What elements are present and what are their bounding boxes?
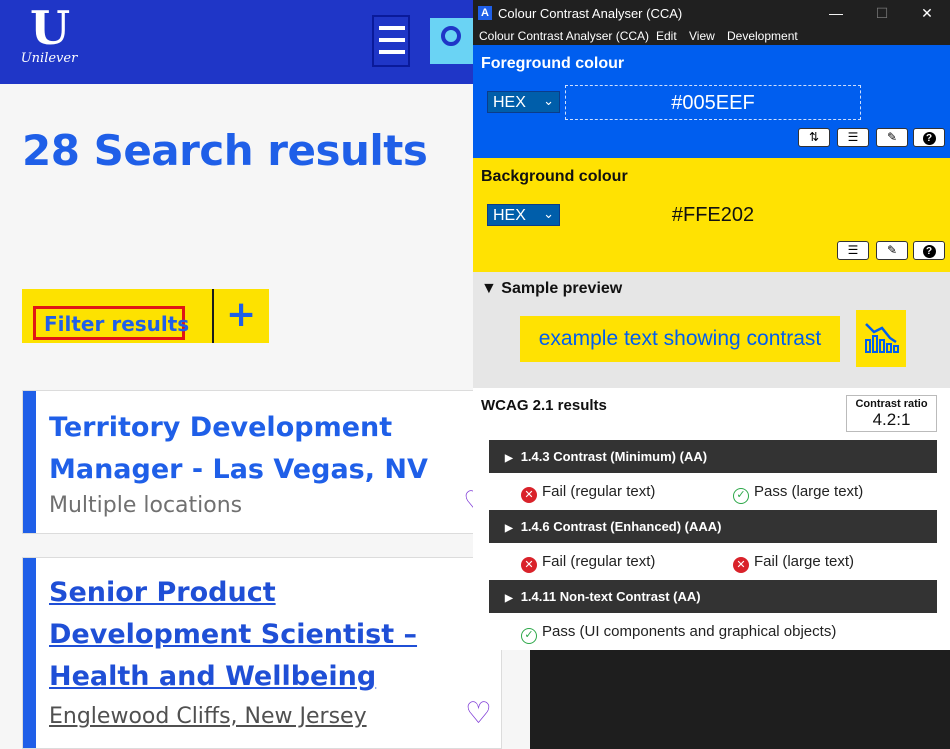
background-eyedropper-button[interactable]: ✎ — [876, 241, 908, 260]
triangle-right-icon: ▶ — [505, 593, 513, 604]
result-pass-large: ✓ Pass (large text) — [733, 483, 863, 504]
foreground-sliders-button[interactable]: ☰ — [837, 128, 869, 147]
fail-icon: ✕ — [521, 557, 537, 573]
foreground-hex-input[interactable]: #005EEF — [565, 85, 861, 120]
foreground-format-select[interactable]: HEX ⌄ — [487, 91, 560, 113]
eyedropper-icon: ✎ — [886, 130, 898, 144]
pass-check-icon: ✓ — [733, 488, 749, 504]
card-accent-bar — [23, 391, 36, 533]
job-location: Multiple locations — [49, 493, 243, 518]
criterion-1-4-6-toggle[interactable]: ▶ 1.4.6 Contrast (Enhanced) (AAA) — [489, 510, 937, 543]
job-card[interactable]: Territory Development Manager - Las Vegas… — [22, 390, 502, 534]
eyedropper-icon: ✎ — [886, 243, 898, 257]
swap-colors-button[interactable]: ⇅ — [798, 128, 830, 147]
result-fail-large: ✕ Fail (large text) — [733, 553, 854, 573]
contrast-ratio-label: Contrast ratio — [855, 398, 928, 410]
background-sliders-button[interactable]: ☰ — [837, 241, 869, 260]
expand-filter-button[interactable]: + — [226, 295, 256, 335]
search-icon — [441, 26, 461, 46]
logo-wordmark: Unilever — [20, 51, 78, 66]
pass-check-icon: ✓ — [521, 628, 537, 644]
result-fail-regular: ✕ Fail (regular text) — [521, 553, 655, 573]
foreground-help-button[interactable]: ? — [913, 128, 945, 147]
background-section: Background colour HEX ⌄ #FFE202 ☰ ✎ ? — [473, 158, 950, 272]
background-help-button[interactable]: ? — [913, 241, 945, 260]
sample-preview-section: ▼ Sample preview example text showing co… — [473, 272, 950, 388]
search-button[interactable] — [430, 18, 474, 64]
card-accent-bar — [23, 558, 36, 748]
menu-item-edit[interactable]: Edit — [656, 29, 677, 43]
foreground-eyedropper-button[interactable]: ✎ — [876, 128, 908, 147]
cca-window: A Colour Contrast Analyser (CCA) — ☐ ✕ C… — [473, 0, 950, 650]
wcag-results-section: WCAG 2.1 results Contrast ratio 4.2:1 ▶ 1… — [473, 388, 950, 650]
help-icon: ? — [922, 132, 936, 145]
site-header: U Unilever — [0, 0, 530, 84]
result-fail-regular: ✕ Fail (regular text) — [521, 483, 655, 503]
chevron-down-icon: ⌄ — [543, 206, 554, 221]
criterion-1-4-3-toggle[interactable]: ▶ 1.4.3 Contrast (Minimum) (AA) — [489, 440, 937, 473]
job-title-link[interactable]: Territory Development Manager - Las Vegas… — [49, 407, 428, 491]
sample-preview-toggle[interactable]: ▼ Sample preview — [481, 280, 622, 298]
menu-button[interactable] — [372, 15, 410, 67]
job-location: Englewood Cliffs, New Jersey — [49, 704, 367, 729]
minimize-icon[interactable]: — — [813, 0, 859, 27]
divider — [212, 289, 214, 343]
favorite-heart-icon[interactable]: ♡ — [465, 698, 492, 730]
background-format-select[interactable]: HEX ⌄ — [487, 204, 560, 226]
triangle-right-icon: ▶ — [505, 523, 513, 534]
fail-icon: ✕ — [521, 487, 537, 503]
window-title: Colour Contrast Analyser (CCA) — [498, 6, 683, 21]
menu-bar: Colour Contrast Analyser (CCA) Edit View… — [473, 27, 950, 45]
swap-icon: ⇅ — [808, 130, 820, 144]
close-icon[interactable]: ✕ — [904, 0, 950, 27]
maximize-icon[interactable]: ☐ — [859, 0, 905, 27]
chevron-down-icon: ⌄ — [543, 93, 554, 108]
page-title: 28 Search results — [22, 126, 428, 175]
preview-text-sample: example text showing contrast — [520, 316, 840, 362]
hamburger-icon — [379, 26, 405, 30]
logo-mark-icon: U — [29, 1, 70, 55]
sliders-icon: ☰ — [847, 243, 859, 257]
menu-item-view[interactable]: View — [689, 29, 715, 43]
app-icon: A — [478, 6, 492, 20]
result-pass-non-text: ✓ Pass (UI components and graphical objec… — [521, 623, 836, 644]
contrast-ratio-value: 4.2:1 — [872, 410, 911, 429]
job-search-page: U Unilever 28 Search results Filter resu… — [0, 0, 530, 749]
job-card[interactable]: Senior Product Development Scientist – Hea… — [22, 557, 502, 749]
help-icon: ? — [922, 245, 936, 258]
foreground-heading: Foreground colour — [481, 55, 625, 72]
triangle-down-icon: ▼ — [481, 280, 497, 297]
menu-item-app[interactable]: Colour Contrast Analyser (CCA) — [479, 29, 649, 43]
menu-item-development[interactable]: Development — [727, 29, 798, 43]
triangle-right-icon: ▶ — [505, 453, 513, 464]
background-heading: Background colour — [481, 168, 628, 185]
unilever-logo[interactable]: U Unilever — [18, 4, 80, 74]
fail-icon: ✕ — [733, 557, 749, 573]
background-hex-input[interactable]: #FFE202 — [565, 198, 861, 233]
filter-bar: Filter results + — [22, 289, 269, 343]
chart-graphic-icon — [856, 310, 906, 367]
sliders-icon: ☰ — [847, 130, 859, 144]
foreground-section: Foreground colour HEX ⌄ #005EEF ⇅ ☰ ✎ ? — [473, 45, 950, 158]
job-title-link[interactable]: Senior Product Development Scientist – Hea… — [49, 572, 417, 698]
filter-results-button[interactable]: Filter results — [33, 306, 189, 340]
criterion-1-4-11-toggle[interactable]: ▶ 1.4.11 Non-text Contrast (AA) — [489, 580, 937, 613]
window-titlebar[interactable]: A Colour Contrast Analyser (CCA) — ☐ ✕ — [473, 0, 950, 27]
contrast-ratio-box: Contrast ratio 4.2:1 — [846, 395, 937, 432]
wcag-heading: WCAG 2.1 results — [481, 397, 607, 414]
